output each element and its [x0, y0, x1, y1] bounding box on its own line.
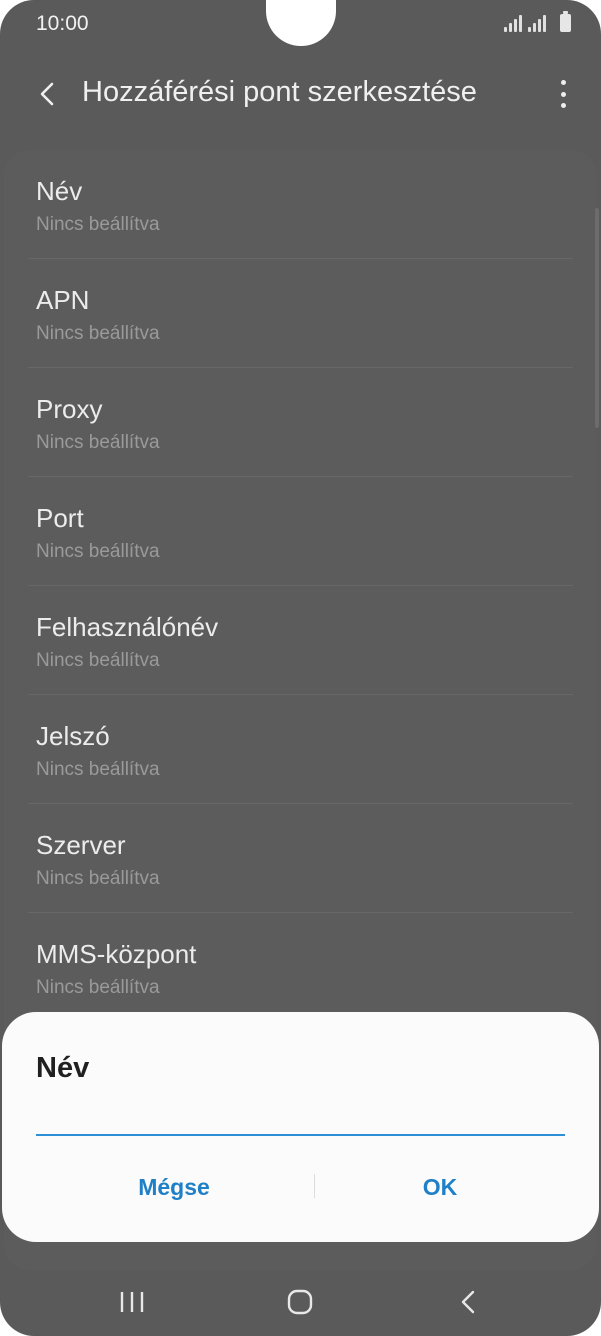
setting-item-mmsc[interactable]: MMS-központ Nincs beállítva [28, 913, 573, 1022]
setting-value: Nincs beállítva [36, 432, 160, 453]
name-input[interactable] [36, 1104, 565, 1136]
setting-value: Nincs beállítva [36, 759, 160, 780]
setting-title: Proxy [36, 394, 103, 424]
ok-button[interactable]: OK [310, 1162, 570, 1212]
setting-title: Szerver [36, 830, 126, 860]
back-arrow-icon [461, 1290, 475, 1314]
chevron-left-icon [40, 82, 54, 106]
signal-icon-sim2 [528, 14, 546, 32]
signal-icon [504, 14, 522, 32]
setting-item-name[interactable]: Név Nincs beállítva [28, 150, 573, 259]
setting-value: Nincs beállítva [36, 977, 160, 998]
setting-value: Nincs beállítva [36, 650, 160, 671]
setting-title: APN [36, 285, 90, 315]
setting-item-server[interactable]: Szerver Nincs beállítva [28, 804, 573, 913]
setting-item-apn[interactable]: APN Nincs beállítva [28, 259, 573, 368]
status-time: 10:00 [36, 12, 89, 35]
setting-value: Nincs beállítva [36, 868, 160, 889]
phone-screen: 10:00 Hozzáférési pont szerkesztése Név … [0, 0, 601, 1336]
setting-title: Felhasználónév [36, 612, 219, 642]
navigation-bar [0, 1262, 601, 1336]
more-vertical-icon [560, 80, 566, 85]
setting-value: Nincs beállítva [36, 541, 160, 562]
more-options-button[interactable] [555, 76, 571, 112]
setting-value: Nincs beállítva [36, 214, 160, 235]
status-bar: 10:00 [0, 0, 601, 52]
setting-item-proxy[interactable]: Proxy Nincs beállítva [28, 368, 573, 477]
recents-button[interactable] [118, 1290, 146, 1314]
scrollbar[interactable] [595, 208, 599, 428]
setting-title: Jelszó [36, 721, 110, 751]
setting-item-username[interactable]: Felhasználónév Nincs beállítva [28, 586, 573, 695]
nav-back-button[interactable] [456, 1288, 480, 1316]
cancel-button[interactable]: Mégse [44, 1162, 304, 1212]
home-button[interactable] [286, 1288, 314, 1316]
recents-icon [120, 1292, 144, 1312]
battery-icon [560, 11, 571, 32]
app-bar: Hozzáférési pont szerkesztése [0, 60, 601, 130]
setting-title: Név [36, 176, 83, 206]
camera-notch [266, 0, 336, 46]
status-icons [504, 11, 571, 32]
dialog-title: Név [36, 1052, 90, 1084]
setting-title: MMS-központ [36, 939, 197, 969]
setting-item-port[interactable]: Port Nincs beállítva [28, 477, 573, 586]
back-button[interactable] [28, 74, 68, 114]
setting-item-password[interactable]: Jelszó Nincs beállítva [28, 695, 573, 804]
home-icon [287, 1289, 313, 1315]
name-dialog: Név Mégse OK [2, 1012, 599, 1242]
page-title: Hozzáférési pont szerkesztése [82, 76, 477, 108]
setting-title: Port [36, 503, 84, 533]
setting-value: Nincs beállítva [36, 323, 160, 344]
